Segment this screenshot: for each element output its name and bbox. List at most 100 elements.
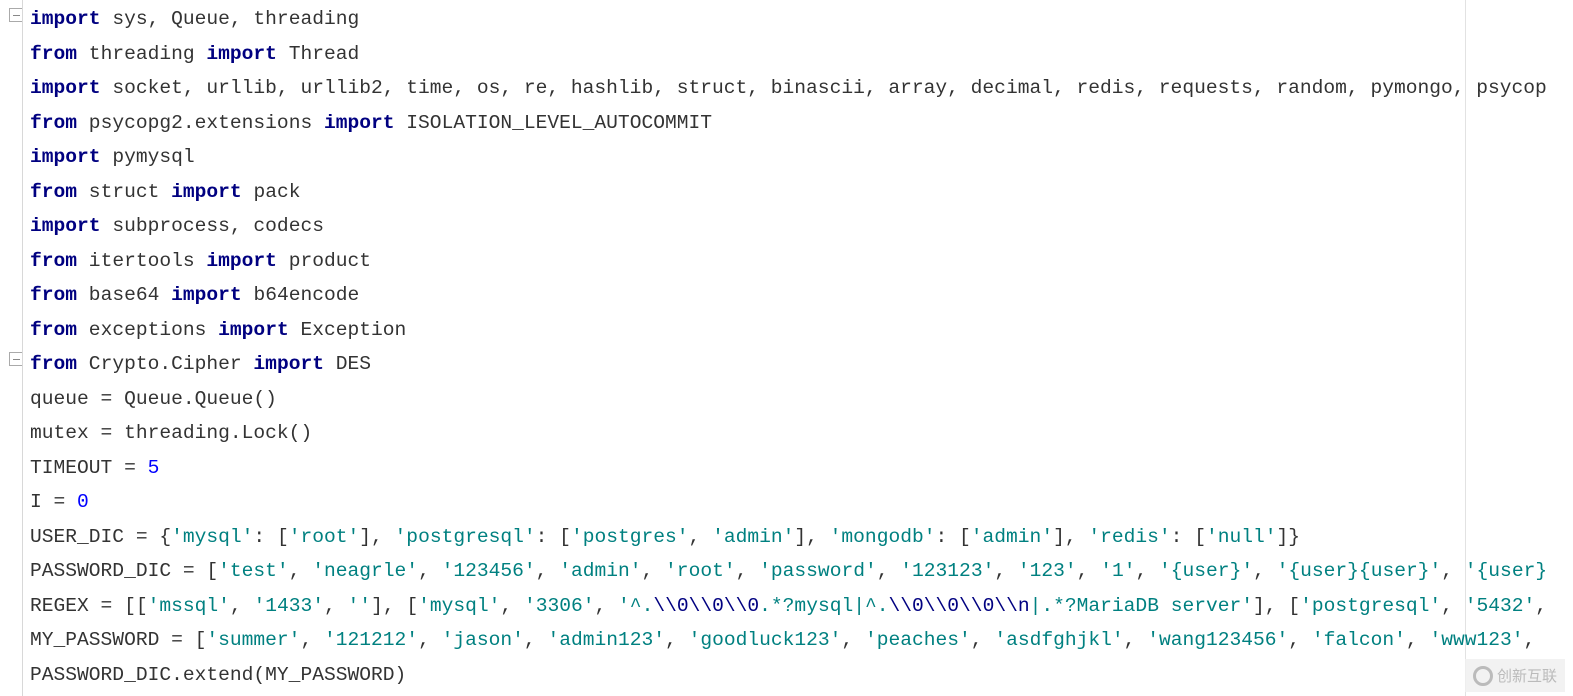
string-token: 'admin' [970, 525, 1054, 548]
keyword-token: import [218, 318, 289, 341]
code-token: exceptions [77, 318, 219, 341]
code-token: ], [ [371, 594, 419, 617]
code-token: , [1288, 629, 1312, 651]
code-token: , [300, 629, 324, 651]
code-token: sys, Queue, threading [100, 8, 360, 30]
keyword-token: import [30, 77, 101, 99]
string-token: 'asdfghjkl' [994, 629, 1124, 651]
code-token: mutex = threading.Lock() [30, 422, 313, 444]
code-line: queue = Queue.Queue() [30, 382, 1547, 417]
code-token: ], [794, 525, 830, 548]
code-line: REGEX = [['mssql', '1433', ''], ['mysql'… [30, 589, 1547, 624]
code-line: from exceptions import Exception [30, 313, 1547, 348]
string-token: 'jason' [441, 629, 524, 651]
fold-icon[interactable] [9, 352, 22, 366]
keyword-token: import [30, 8, 101, 30]
string-token: 'mssql' [147, 594, 230, 617]
string-token: 'postgres' [570, 525, 689, 548]
code-token: PASSWORD_DIC = [ [30, 560, 219, 582]
number-token: 5 [147, 456, 160, 479]
code-token: , [1076, 560, 1101, 582]
code-line: import pymysql [30, 140, 1547, 175]
code-token: DES [323, 353, 372, 375]
code-line: import socket, urllib, urllib2, time, os… [30, 71, 1547, 106]
code-token: TIMEOUT = [30, 456, 148, 479]
code-token: : [ [535, 525, 571, 548]
fold-icon[interactable] [9, 8, 22, 22]
code-token: REGEX = [[ [30, 594, 148, 617]
editor-gutter [0, 0, 23, 696]
string-token: 'summer' [206, 629, 301, 651]
code-line: from struct import pack [30, 175, 1547, 210]
code-token: b64encode [241, 284, 360, 306]
code-token: , [1441, 594, 1465, 617]
code-token: ], [1053, 525, 1089, 548]
watermark-text: 创新互联 [1496, 667, 1557, 685]
string-token: '1433' [253, 594, 324, 617]
string-token: '{user}' [1159, 560, 1254, 582]
code-line: from Crypto.Cipher import DES [30, 347, 1547, 382]
string-token: 'neagrle' [312, 560, 419, 582]
keyword-token: from [30, 180, 78, 203]
code-token: , [229, 594, 254, 617]
code-token: socket, urllib, urllib2, time, os, re, h… [100, 77, 1547, 99]
string-token: 'password' [759, 560, 877, 582]
code-editor[interactable]: import sys, Queue, threading from threadi… [30, 2, 1547, 692]
code-token: PASSWORD_DIC.extend(MY_PASSWORD) [30, 663, 407, 686]
string-token: '' [347, 594, 372, 617]
code-token: MY_PASSWORD = [ [30, 629, 207, 651]
code-line: import subprocess, codecs [30, 209, 1547, 244]
keyword-token: from [30, 353, 78, 375]
escape-token: \\0\\0\\0\\n [888, 594, 1030, 617]
string-token: '5432' [1464, 594, 1536, 617]
code-token: , [500, 594, 524, 617]
keyword-token: import [206, 42, 277, 65]
string-token: 'mysql' [418, 594, 501, 617]
code-line: I = 0 [30, 485, 1547, 520]
code-token: Exception [288, 318, 407, 341]
string-token: 'www123' [1429, 629, 1524, 651]
keyword-token: import [253, 353, 324, 375]
code-line: PASSWORD_DIC = ['test', 'neagrle', '1234… [30, 554, 1547, 589]
keyword-token: from [30, 318, 78, 341]
code-token: , [1535, 594, 1548, 617]
code-token: subprocess, codecs [100, 215, 324, 237]
keyword-token: import [171, 284, 242, 306]
string-token: |.*?MariaDB server' [1029, 594, 1254, 617]
string-token: 'redis' [1088, 525, 1171, 548]
code-token: ], [359, 525, 395, 548]
code-line: MY_PASSWORD = ['summer', '121212', 'jaso… [30, 623, 1547, 658]
code-token: , [1405, 629, 1430, 651]
code-token: , [523, 629, 548, 651]
string-token: 'goodluck123' [688, 629, 842, 651]
code-token: , [841, 629, 865, 651]
keyword-token: from [30, 284, 78, 306]
code-token: , [1253, 560, 1277, 582]
code-token: , [418, 629, 442, 651]
number-token: 0 [77, 491, 89, 513]
string-token: 'admin123' [547, 629, 666, 651]
code-token: threading [77, 42, 207, 65]
code-token: ISOLATION_LEVEL_AUTOCOMMIT [394, 111, 713, 134]
code-token: , [535, 560, 560, 582]
string-token: 'falcon' [1311, 629, 1406, 651]
code-token: : [ [253, 525, 289, 548]
code-token: , [1135, 560, 1160, 582]
code-token: : [ [1170, 525, 1206, 548]
string-token: 'mongodb' [829, 525, 936, 548]
code-token: Crypto.Cipher [77, 353, 254, 375]
string-token: 'null' [1205, 525, 1277, 548]
code-token: , [876, 560, 901, 582]
code-token: itertools [77, 249, 207, 272]
string-token: '123' [1017, 560, 1077, 582]
code-token: , [665, 629, 689, 651]
keyword-token: import [30, 215, 101, 237]
code-line: PASSWORD_DIC.extend(MY_PASSWORD) [30, 658, 1547, 693]
code-line: from psycopg2.extensions import ISOLATIO… [30, 106, 1547, 141]
code-token: , [735, 560, 760, 582]
code-token: , [288, 560, 313, 582]
string-token: '123456' [441, 560, 536, 582]
code-line: mutex = threading.Lock() [30, 416, 1547, 451]
string-token: 'postgresql' [1300, 594, 1442, 617]
string-token: 'admin' [712, 525, 795, 548]
